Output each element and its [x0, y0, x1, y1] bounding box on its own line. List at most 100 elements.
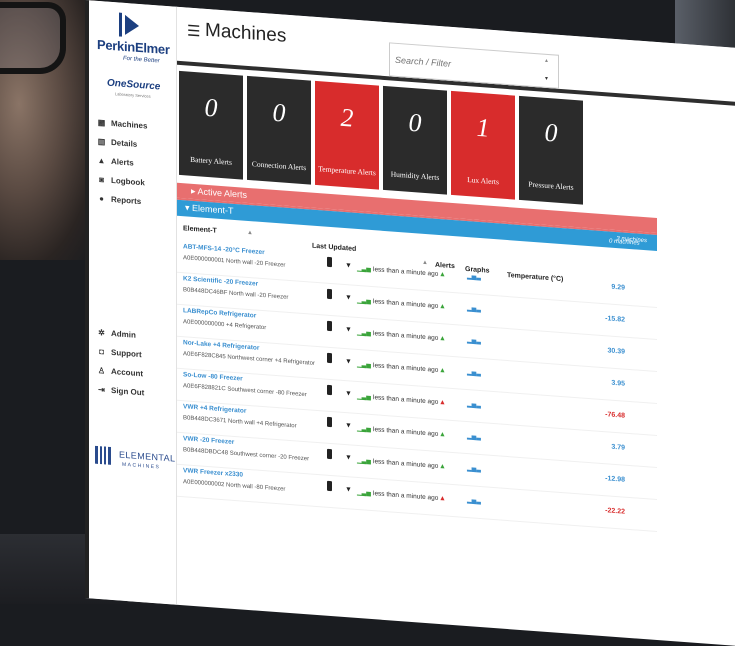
temperature-value: -15.82 — [605, 315, 625, 324]
graph-icon[interactable]: ▂▅▃ — [467, 337, 481, 345]
perkinelmer-logo-icon — [119, 12, 139, 37]
alert-tile[interactable]: 2 Temperature Alerts — [315, 80, 379, 190]
machine-location: Northwest corner — [227, 354, 274, 364]
signal-icon: ▁▃▅ — [357, 265, 371, 273]
machine-name-link[interactable]: VWR -20 Freezer — [183, 435, 234, 446]
machine-probe: -20 Freezer — [278, 454, 310, 463]
alert-tile-label: Lux Alerts — [467, 175, 499, 187]
elemental-logo: ELEMENTAL MACHINES — [89, 445, 177, 471]
alert-tile[interactable]: 0 Humidity Alerts — [383, 85, 447, 195]
sidebar-item-label: Reports — [111, 194, 142, 207]
alert-tile-count: 0 — [408, 107, 422, 138]
machine-id: A0E000000001 North wall -20 Freezer — [183, 255, 285, 269]
machine-location: North wall — [226, 258, 253, 267]
temperature-value: -22.22 — [605, 507, 625, 516]
alert-tile[interactable]: 0 Connection Alerts — [247, 75, 311, 185]
machine-name-link[interactable]: ABT-MFS-14 -20°C Freezer — [183, 243, 265, 256]
user-icon: ♙ — [97, 365, 106, 376]
alert-tile-label: Humidity Alerts — [390, 169, 440, 183]
alert-bell-icon[interactable]: ▲ — [439, 431, 446, 439]
sidebar: PerkinElmer For the Better OneSource Lab… — [89, 0, 177, 605]
alert-bell-icon[interactable]: ▲ — [439, 367, 446, 375]
machine-name-link[interactable]: So-Low -80 Freezer — [183, 371, 243, 382]
support-icon: ◘ — [99, 347, 104, 357]
machine-id: B0B448DC46BF North wall -20 Freezer — [183, 287, 288, 301]
sidebar-item-label: Machines — [111, 118, 148, 131]
battery-icon — [327, 288, 332, 300]
chevron-up-icon[interactable]: ▲ — [544, 58, 549, 64]
elemental-logo-icon — [95, 445, 111, 465]
graph-icon[interactable]: ▂▅▃ — [467, 369, 481, 377]
alert-bell-icon[interactable]: ▲ — [439, 463, 446, 471]
sidebar-item-label: Details — [111, 137, 138, 149]
machine-id: B0B448DBDC48 Southwest corner -20 Freeze… — [183, 447, 309, 462]
sidebar-item-label: Support — [111, 347, 142, 360]
battery-icon — [327, 384, 332, 396]
sidebar-nav: ▦ Machines ▥ Details ▲ Alerts ◙ Logbook … — [89, 112, 177, 213]
app-screen: PerkinElmer For the Better OneSource Lab… — [85, 0, 735, 646]
alert-tile-label: Battery Alerts — [190, 154, 232, 167]
machine-probe: +4 Refrigerator — [256, 420, 297, 430]
machine-location: North wall — [229, 290, 256, 299]
alert-tile[interactable]: 0 Pressure Alerts — [519, 95, 583, 205]
building-icon: ▥ — [97, 136, 106, 147]
probe-icon: ▼ — [345, 422, 352, 430]
machine-name-link[interactable]: LABRepCo Refrigerator — [183, 307, 256, 319]
alert-tile-label: Pressure Alerts — [528, 179, 574, 192]
alert-bell-icon[interactable]: ▲ — [439, 399, 446, 407]
signal-icon: ▁▃▅ — [357, 489, 371, 497]
alert-bell-icon[interactable]: ▲ — [439, 303, 446, 311]
alert-tile[interactable]: 1 Lux Alerts — [451, 90, 515, 200]
sidebar-item-label: Logbook — [111, 175, 145, 188]
machine-probe: +4 Refrigerator — [226, 322, 267, 332]
graph-icon[interactable]: ▂▅▃ — [467, 433, 481, 441]
machine-serial: B0B448DC46BF — [183, 287, 228, 297]
machine-name-link[interactable]: K2 Scientific -20 Freezer — [183, 275, 258, 288]
machine-probe: +4 Refrigerator — [274, 357, 315, 367]
col-name-header[interactable]: Element-T — [183, 225, 217, 234]
page-title: Machines — [205, 19, 287, 47]
alert-bell-icon[interactable]: ▲ — [439, 495, 446, 503]
chevron-down-icon[interactable]: ▼ — [544, 76, 549, 82]
alert-tile-count: 1 — [476, 112, 490, 143]
probe-icon: ▼ — [345, 294, 352, 302]
graph-icon[interactable]: ▂▅▃ — [467, 465, 481, 473]
machine-serial: A0E6F828821C — [183, 383, 226, 393]
battery-icon — [327, 480, 332, 492]
machine-name-link[interactable]: Nor-Lake +4 Refrigerator — [183, 339, 259, 352]
active-alerts-label: Active Alerts — [197, 186, 248, 200]
machine-name-link[interactable]: VWR Freezer x2330 — [183, 467, 243, 478]
machine-location: North wall — [228, 418, 255, 427]
probe-icon: ▼ — [345, 390, 352, 398]
machine-serial: A0E000000002 — [183, 479, 225, 489]
alert-bell-icon[interactable]: ▲ — [439, 271, 446, 279]
graph-icon[interactable]: ▂▅▃ — [467, 273, 481, 281]
signout-icon: ⇥ — [98, 384, 105, 395]
graph-icon[interactable]: ▂▅▃ — [467, 401, 481, 409]
sidebar-item-label: Alerts — [111, 156, 134, 168]
machine-location: Southwest corner — [229, 450, 277, 461]
machine-name-link[interactable]: VWR +4 Refrigerator — [183, 403, 246, 415]
graph-icon[interactable]: ▂▅▃ — [467, 305, 481, 313]
alert-bell-icon[interactable]: ▲ — [439, 335, 446, 343]
probe-icon: ▼ — [345, 358, 352, 366]
sidebar-item-label: Sign Out — [111, 385, 145, 398]
last-updated: less than a minute ago — [373, 394, 439, 406]
machine-location: North wall — [226, 482, 253, 491]
glasses-background — [0, 2, 66, 74]
search-input[interactable] — [389, 42, 559, 89]
machine-serial: B0B448DBDC48 — [183, 447, 229, 457]
sort-asc-icon[interactable]: ▲ — [247, 230, 253, 236]
machine-list: ABT-MFS-14 -20°C Freezer A0E000000001 Nor… — [177, 240, 657, 533]
last-updated: less than a minute ago — [373, 266, 439, 278]
graph-icon[interactable]: ▂▅▃ — [467, 497, 481, 505]
probe-icon: ▼ — [345, 486, 352, 494]
alert-tile[interactable]: 0 Battery Alerts — [179, 70, 243, 180]
machine-probe: -20 Freezer — [254, 260, 286, 269]
brand-tagline: For the Better — [123, 55, 160, 65]
temperature-value: 3.79 — [611, 443, 625, 452]
sidebar-item-label: Account — [111, 366, 143, 379]
brand-name: PerkinElmer — [97, 36, 170, 58]
probe-icon: ▼ — [345, 326, 352, 334]
signal-icon: ▁▃▅ — [357, 393, 371, 401]
